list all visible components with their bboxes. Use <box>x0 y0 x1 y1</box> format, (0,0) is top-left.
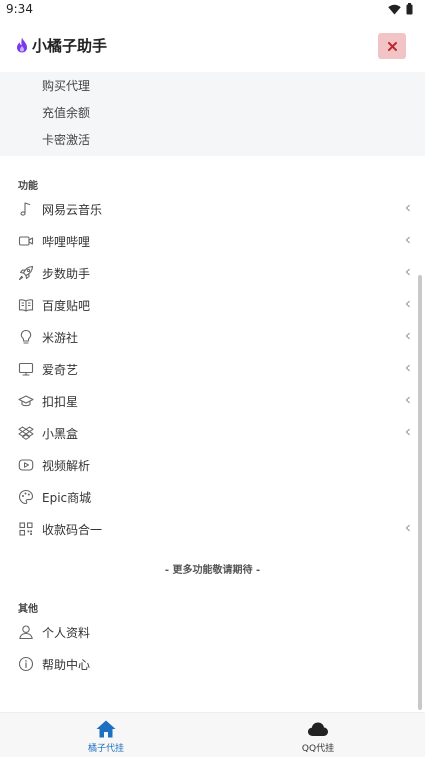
menu-item-xiaoheihe[interactable]: 小黑盒 <box>0 418 418 448</box>
chevron-left-icon <box>405 236 410 244</box>
menu-item-label: 收款码合一 <box>42 523 103 537</box>
tab-label: QQ代挂 <box>301 744 335 754</box>
menu-item-baidu-tieba[interactable]: 百度贴吧 <box>0 290 418 320</box>
menu-item-profile[interactable]: 个人资料 <box>0 617 418 647</box>
menu-item-iqiyi[interactable]: 爱奇艺 <box>0 354 418 384</box>
bottom-nav: 橘子代挂 QQ代挂 <box>0 712 425 757</box>
menu-item-payment-qrcode[interactable]: 收款码合一 <box>0 514 418 544</box>
chevron-left-icon <box>405 428 410 436</box>
chevron-left-icon <box>405 364 410 372</box>
menu-item-help-center[interactable]: 帮助中心 <box>0 649 418 679</box>
book-open-icon <box>18 299 34 312</box>
recharge-balance-item[interactable]: 充值余额 <box>42 104 90 121</box>
rocket-icon <box>18 265 34 281</box>
sub-menu: 购买代理 充值余额 卡密激活 <box>0 72 425 156</box>
cloud-icon <box>308 722 328 736</box>
features-group-label: 功能 <box>18 181 38 192</box>
menu-item-video-parse[interactable]: 视频解析 <box>0 450 418 480</box>
lightbulb-icon <box>20 329 32 344</box>
menu-item-label: 扣扣星 <box>42 395 79 409</box>
menu-item-label: 小黑盒 <box>42 427 79 441</box>
chevron-left-icon <box>405 300 410 308</box>
chevron-left-icon <box>405 524 410 532</box>
status-time: 9:34 <box>6 2 33 16</box>
menu-item-label: 帮助中心 <box>42 658 91 672</box>
menu-item-label: 个人资料 <box>42 626 91 640</box>
menu-item-epic-store[interactable]: Epic商城 <box>0 482 418 512</box>
app-header: 小橘子助手 <box>0 20 425 72</box>
tab-orange-hosting[interactable]: 橘子代挂 <box>0 713 212 757</box>
graduation-cap-icon <box>18 395 34 407</box>
chevron-left-icon <box>405 396 410 404</box>
menu-item-label: 哔哩哔哩 <box>42 235 91 249</box>
video-camera-icon <box>18 236 34 246</box>
qrcode-icon <box>19 522 33 536</box>
user-icon <box>19 625 33 640</box>
battery-icon <box>406 3 413 15</box>
status-icons <box>388 3 413 15</box>
menu-item-label: 视频解析 <box>42 459 91 473</box>
menu-item-label: 百度贴吧 <box>42 299 91 313</box>
app-title: 小橘子助手 <box>32 37 108 55</box>
dropbox-icon <box>18 426 34 440</box>
card-activation-item[interactable]: 卡密激活 <box>42 131 90 148</box>
buy-proxy-item[interactable]: 购买代理 <box>42 77 90 94</box>
close-icon <box>387 41 397 51</box>
scrollbar[interactable] <box>418 275 424 710</box>
wifi-icon <box>388 4 401 14</box>
menu-panel: 购买代理 充值余额 卡密激活 功能 网易云音乐 哔哩哔哩 步数助手 百度贴吧 米… <box>0 72 425 712</box>
status-bar: 9:34 <box>0 0 425 20</box>
chevron-left-icon <box>405 268 410 276</box>
flame-logo-icon <box>17 37 27 53</box>
palette-icon <box>18 489 34 505</box>
more-features-note: - 更多功能敬请期待 - <box>164 565 261 576</box>
menu-item-label: 网易云音乐 <box>42 203 103 217</box>
home-icon <box>96 720 116 738</box>
menu-item-step-assistant[interactable]: 步数助手 <box>0 258 418 288</box>
info-circle-icon <box>18 656 34 672</box>
tab-qq-hosting[interactable]: QQ代挂 <box>212 713 424 757</box>
chevron-left-icon <box>405 332 410 340</box>
menu-item-label: 米游社 <box>42 331 79 345</box>
menu-item-label: 爱奇艺 <box>42 363 79 377</box>
menu-item-miyoushe[interactable]: 米游社 <box>0 322 418 352</box>
close-button[interactable] <box>378 33 406 59</box>
menu-item-label: 步数助手 <box>42 267 91 281</box>
tab-label: 橘子代挂 <box>87 744 124 754</box>
menu-item-label: Epic商城 <box>42 491 92 505</box>
tv-icon <box>18 362 34 376</box>
music-note-icon <box>20 202 31 216</box>
menu-item-koukouxing[interactable]: 扣扣星 <box>0 386 418 416</box>
youtube-icon <box>18 459 34 471</box>
menu-item-netease-music[interactable]: 网易云音乐 <box>0 194 418 224</box>
chevron-left-icon <box>405 204 410 212</box>
menu-item-bilibili[interactable]: 哔哩哔哩 <box>0 226 418 256</box>
others-group-label: 其他 <box>18 604 38 615</box>
scrollbar-thumb[interactable] <box>418 275 422 710</box>
